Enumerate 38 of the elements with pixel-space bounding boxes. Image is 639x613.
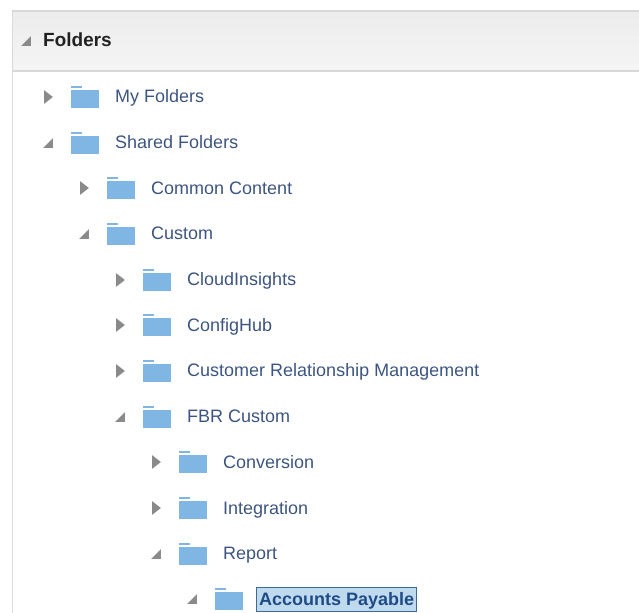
collapsed-triangle-icon[interactable] [44,90,52,104]
folder-icon [215,588,243,610]
tree-item[interactable]: CloudInsights [184,267,300,292]
collapsed-triangle-icon[interactable] [116,272,124,287]
folder-icon [179,451,207,474]
folder-icon [107,177,135,200]
folder-icon [179,497,207,520]
collapsed-triangle-icon[interactable] [152,501,160,516]
collapsed-triangle-icon[interactable] [116,318,124,332]
folder-icon [179,542,207,565]
expanded-triangle-icon[interactable] [187,594,197,604]
collapsed-triangle-icon[interactable] [116,364,124,378]
folder-icon [143,406,171,428]
tree-item[interactable]: ConfigHub [184,312,276,338]
expanded-triangle-icon[interactable] [79,228,89,239]
expanded-triangle-icon[interactable] [115,412,125,422]
folder-icon [71,132,99,154]
panel-title: Folders [43,30,112,52]
expanded-triangle-icon[interactable] [151,548,161,559]
tree-item[interactable]: Report [220,541,280,566]
expanded-triangle-icon[interactable] [43,138,53,148]
expanded-triangle-icon[interactable] [21,36,31,46]
collapsed-triangle-icon[interactable] [152,455,160,470]
tree-item[interactable]: Custom [148,221,216,246]
selected-tree-item[interactable]: Accounts Payable [256,586,418,612]
folder-icon [107,222,135,245]
tree-item[interactable]: Customer Relationship Management [184,358,482,384]
tree-item[interactable]: My Folders [112,84,208,110]
folder-icon [143,314,171,336]
tree-item[interactable]: Common Content [148,176,296,201]
folder-icon [71,86,99,108]
tree-item[interactable]: Conversion [220,450,318,475]
tree-item[interactable]: Integration [220,496,312,521]
folder-icon [143,360,171,382]
folder-icon [143,268,171,291]
tree-item[interactable]: Shared Folders [112,130,242,156]
tree-item[interactable]: FBR Custom [184,404,294,430]
collapsed-triangle-icon[interactable] [80,181,88,196]
